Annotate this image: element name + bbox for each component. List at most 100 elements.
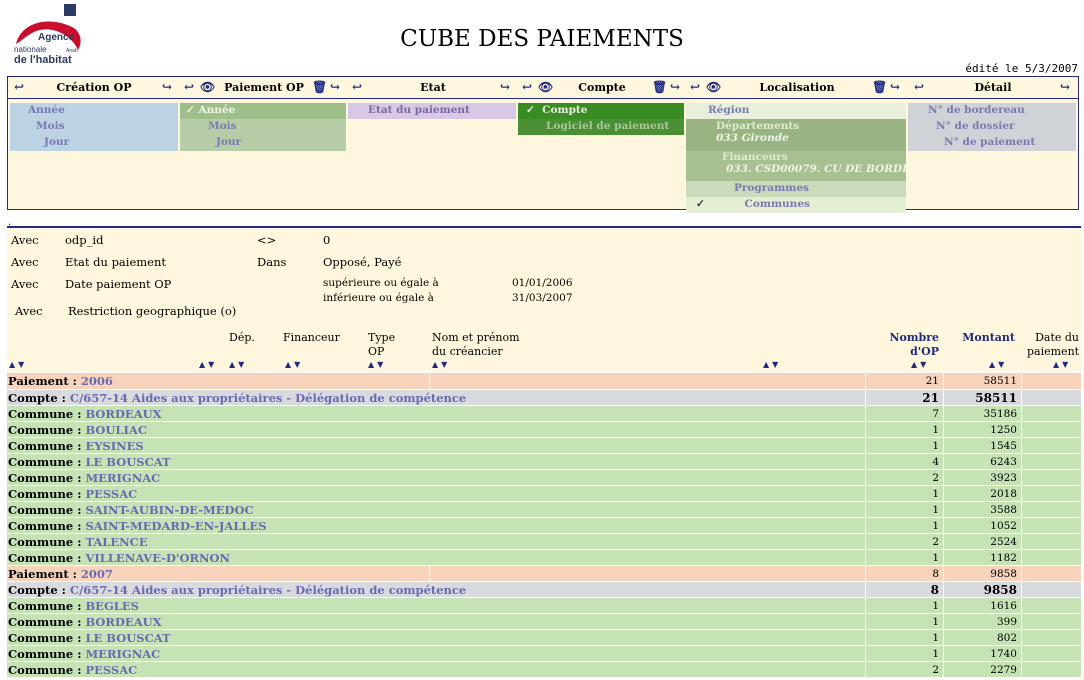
- row-value-link[interactable]: C/657-14 Aides aux propriétaires - Délég…: [70, 391, 466, 405]
- col-header-date[interactable]: Date du paiement: [1027, 331, 1079, 359]
- dim-item-bordereau[interactable]: N° de bordereau: [908, 103, 1076, 119]
- col-header-type-op[interactable]: Type OP: [368, 331, 404, 359]
- table-row[interactable]: Compte : C/657-14 Aides aux propriétaire…: [7, 581, 1081, 598]
- cell-date: [1021, 598, 1082, 614]
- table-row[interactable]: Paiement : 2006 21 58511: [7, 373, 1081, 389]
- table-row[interactable]: Commune : SAINT-MEDARD-EN-JALLES 1 1052: [7, 517, 1081, 534]
- row-value-link[interactable]: EYSINES: [85, 439, 143, 453]
- row-value-link[interactable]: SAINT-AUBIN-DE-MEDOC: [85, 503, 253, 517]
- col-header-nombre[interactable]: Nombre d'OP: [887, 331, 939, 359]
- trash-icon[interactable]: 🗑: [312, 80, 327, 94]
- col-header-nom[interactable]: Nom et prénom du créancier: [432, 331, 532, 359]
- financeur-value: 033. CSD00079. CU DE BORDEAUX: [726, 163, 906, 175]
- sort-arrows-icon[interactable]: ▲▼: [989, 360, 1007, 369]
- trash-icon[interactable]: 🗑: [872, 80, 887, 94]
- cell-amount: 1545: [943, 438, 1021, 454]
- table-row[interactable]: Commune : LE BOUSCAT 4 6243: [7, 453, 1081, 470]
- row-label: Commune : MERIGNAC: [8, 647, 161, 661]
- cell-amount: 1740: [943, 646, 1021, 662]
- row-value-link[interactable]: BORDEAUX: [85, 407, 161, 421]
- row-value-link[interactable]: TALENCE: [85, 535, 147, 549]
- table-row[interactable]: Commune : SAINT-AUBIN-DE-MEDOC 1 3588: [7, 501, 1081, 518]
- forward-arrow-icon[interactable]: ↪: [890, 80, 900, 94]
- cell-date: [1021, 422, 1082, 438]
- row-value-link[interactable]: PESSAC: [85, 487, 137, 501]
- filter-with: Avec: [11, 255, 39, 269]
- sort-arrows-icon[interactable]: ▲▼: [199, 360, 217, 369]
- page-title: CUBE DES PAIEMENTS: [400, 26, 684, 52]
- row-value-link[interactable]: SAINT-MEDARD-EN-JALLES: [85, 519, 266, 533]
- col-header-montant[interactable]: Montant: [957, 331, 1015, 345]
- dim-item-etat-paiement[interactable]: Etat du paiement: [348, 103, 516, 119]
- sort-arrows-icon[interactable]: ▲▼: [763, 360, 781, 369]
- cell-amount: 2018: [943, 486, 1021, 502]
- table-row[interactable]: Compte : C/657-14 Aides aux propriétaire…: [7, 389, 1081, 406]
- dim-item-paiement-mois[interactable]: Mois: [180, 119, 346, 135]
- table-row[interactable]: Commune : BORDEAUX 7 35186: [7, 405, 1081, 422]
- dim-header-localisation: ↩ 👁 Localisation 🗑 ↪: [686, 77, 908, 99]
- table-row[interactable]: Paiement : 2007 8 9858: [7, 565, 1081, 582]
- dim-item-departements[interactable]: Départements 033 Gironde: [686, 119, 906, 151]
- table-row[interactable]: Commune : BORDEAUX 1 399: [7, 613, 1081, 630]
- row-value-link[interactable]: BORDEAUX: [85, 615, 161, 629]
- dim-label-etat: Etat: [420, 81, 446, 94]
- dim-item-logiciel[interactable]: Logiciel de paiement: [518, 119, 684, 135]
- col-header-dep[interactable]: Dép.: [229, 331, 255, 345]
- dim-item-compte[interactable]: ✓ Compte: [518, 103, 684, 119]
- dim-item-paiement-num[interactable]: N° de paiement: [908, 135, 1076, 151]
- table-row[interactable]: Commune : BOULIAC 1 1250: [7, 421, 1082, 438]
- dim-item-programmes[interactable]: Programmes: [686, 181, 906, 197]
- row-value-link[interactable]: 2007: [81, 567, 113, 581]
- table-row[interactable]: Commune : PESSAC 2 2279: [7, 661, 1081, 678]
- table-row[interactable]: Commune : EYSINES 1 1545: [7, 437, 1081, 454]
- forward-arrow-icon[interactable]: ↪: [162, 80, 172, 94]
- table-row[interactable]: Commune : TALENCE 2 2524: [7, 533, 1081, 550]
- forward-arrow-icon[interactable]: ↪: [330, 80, 340, 94]
- sort-arrows-icon[interactable]: ▲▼: [9, 360, 27, 369]
- table-row[interactable]: Commune : MERIGNAC 2 3923: [7, 469, 1081, 486]
- forward-arrow-icon[interactable]: ↪: [1060, 80, 1070, 94]
- dim-item-communes[interactable]: ✓ Communes: [686, 197, 906, 213]
- filter-operator: <>: [257, 233, 277, 247]
- row-value-link[interactable]: LE BOUSCAT: [85, 631, 170, 645]
- table-row[interactable]: Commune : LE BOUSCAT 1 802: [7, 629, 1081, 646]
- forward-arrow-icon[interactable]: ↪: [670, 80, 680, 94]
- dim-item-dossier[interactable]: N° de dossier: [908, 119, 1076, 135]
- col-header-financeur[interactable]: Financeur: [283, 331, 340, 345]
- row-value-link[interactable]: MERIGNAC: [85, 647, 160, 661]
- sort-arrows-icon[interactable]: ▲▼: [911, 360, 929, 369]
- row-value-link[interactable]: LE BOUSCAT: [85, 455, 170, 469]
- table-row[interactable]: Commune : VILLENAVE-D'ORNON 1 1182: [7, 549, 1081, 566]
- dim-header-creation: ↩ Création OP ↪: [8, 77, 180, 99]
- sort-arrows-icon[interactable]: ▲▼: [368, 360, 386, 369]
- dim-label-detail: Détail: [974, 81, 1012, 94]
- dim-header-compte: ↩ 👁 Compte 🗑 ↪: [518, 77, 686, 99]
- dim-item-region[interactable]: Région: [686, 103, 906, 119]
- dim-item-paiement-jour[interactable]: Jour: [180, 135, 346, 151]
- sort-arrows-icon[interactable]: ▲▼: [432, 360, 450, 369]
- row-value-link[interactable]: C/657-14 Aides aux propriétaires - Délég…: [70, 583, 466, 597]
- trash-icon[interactable]: 🗑: [652, 80, 667, 94]
- table-row[interactable]: Commune : PESSAC 1 2018: [7, 485, 1081, 502]
- filter-with: Avec: [15, 304, 43, 318]
- sort-arrows-icon[interactable]: ▲▼: [1053, 360, 1071, 369]
- sort-arrows-icon[interactable]: ▲▼: [229, 360, 247, 369]
- row-value-link[interactable]: VILLENAVE-D'ORNON: [85, 551, 230, 565]
- dim-item-creation-jour[interactable]: Jour: [10, 135, 178, 151]
- dim-item-financeurs[interactable]: Financeurs 033. CSD00079. CU DE BORDEAUX: [686, 151, 906, 181]
- row-value-link[interactable]: PESSAC: [85, 663, 137, 677]
- sort-arrows-icon[interactable]: ▲▼: [285, 360, 303, 369]
- dim-item-creation-annee[interactable]: Année: [10, 103, 178, 119]
- row-value-link[interactable]: BOULIAC: [85, 423, 147, 437]
- table-row[interactable]: Commune : BEGLES 1 1616: [7, 597, 1082, 614]
- dim-item-creation-mois[interactable]: Mois: [10, 119, 178, 135]
- dim-item-paiement-annee[interactable]: ✓ Année: [180, 103, 346, 119]
- table-row[interactable]: Commune : MERIGNAC 1 1740: [7, 645, 1081, 662]
- forward-arrow-icon[interactable]: ↪: [500, 80, 510, 94]
- filter-field: odp_id: [65, 233, 104, 247]
- row-value-link[interactable]: MERIGNAC: [85, 471, 160, 485]
- dim-header-paiement: ↩ 👁 Paiement OP 🗑 ↪: [180, 77, 348, 99]
- row-value-link[interactable]: BEGLES: [85, 599, 138, 613]
- row-value-link[interactable]: 2006: [81, 374, 113, 388]
- cell-count: 1: [865, 422, 943, 438]
